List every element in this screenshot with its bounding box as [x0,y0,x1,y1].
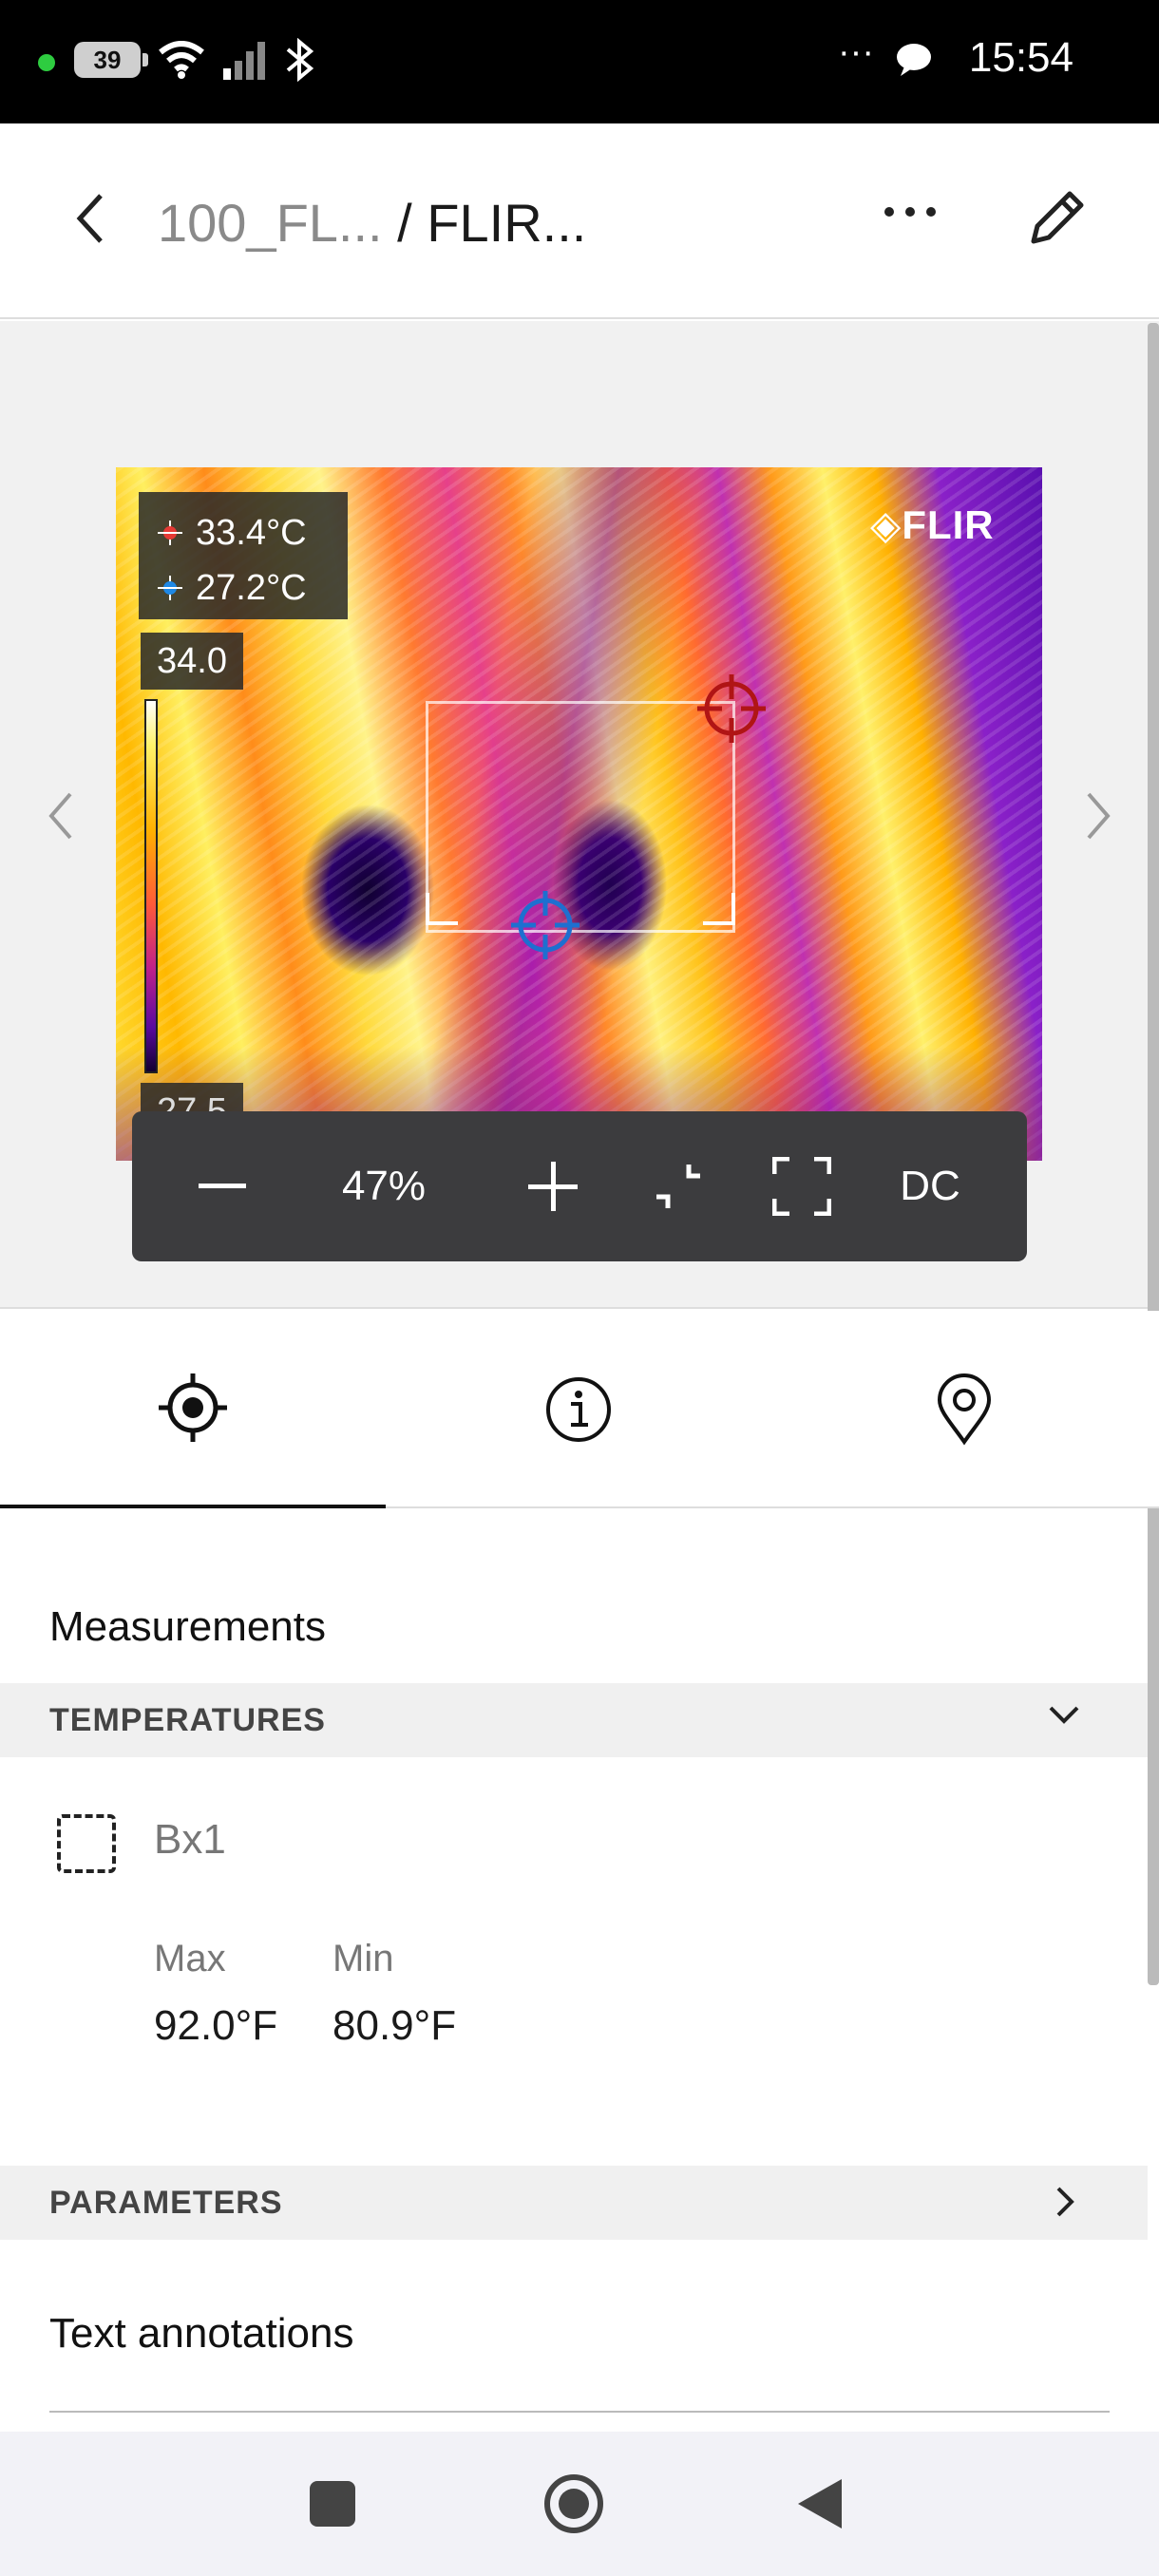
next-image-icon[interactable] [1081,790,1115,842]
min-value: 80.9°F [332,2002,457,2049]
breadcrumb: 100_FL... / FLIR... [158,192,586,254]
fullscreen-button[interactable] [750,1111,854,1261]
tab-location[interactable] [771,1311,1157,1508]
measurement-item-label[interactable]: Bx1 [154,1816,226,1864]
bluetooth-icon [286,38,314,82]
system-navigation-bar [0,2432,1159,2576]
breadcrumb-current: FLIR... [427,193,587,253]
status-bar: 39 ··· 15:54 [0,0,1159,123]
status-icons [157,34,316,85]
scrollbar[interactable] [1148,323,1159,1985]
recents-square-icon[interactable] [310,2481,355,2527]
box-measurement-icon [57,1814,116,1873]
chat-bubble-icon [897,44,931,76]
min-spot-marker-icon [158,576,182,600]
spot-temperature-overlay: 33.4°C 27.2°C [139,492,348,619]
app-bar: 100_FL... / FLIR... [0,123,1159,319]
wifi-icon [159,41,204,79]
plus-icon [528,1162,578,1211]
chevron-down-icon [1049,1706,1079,1724]
flir-logo: ◈FLIR [870,502,995,547]
min-temp-reticle-icon [511,891,580,959]
max-value: 92.0°F [154,2002,278,2049]
detail-tabs [0,1311,1159,1508]
back-arrow-icon[interactable] [74,192,106,245]
divider [49,2411,1110,2413]
parameters-section-header[interactable]: PARAMETERS [0,2166,1148,2240]
camera-indicator-dot [38,54,55,71]
crosshair-icon [159,1373,227,1442]
scale-max-label: 34.0 [141,633,243,690]
box-corner [703,893,735,925]
spot-min-value: 27.2°C [196,567,307,608]
digital-camera-button[interactable]: DC [873,1111,987,1261]
more-options-icon[interactable] [882,205,939,218]
fit-screen-icon [656,1165,700,1208]
measurements-title: Measurements [49,1603,327,1650]
fullscreen-icon [772,1157,831,1216]
temperatures-section-header[interactable]: TEMPERATURES [0,1683,1148,1757]
color-scale-bar [144,699,158,1073]
edit-pencil-icon[interactable] [1028,188,1087,247]
minus-icon [199,1184,246,1188]
location-pin-icon [937,1373,992,1446]
clock: 15:54 [968,34,1074,81]
battery-level: 39 [93,45,122,74]
previous-image-icon[interactable] [44,790,78,842]
text-annotations-title: Text annotations [49,2310,354,2357]
info-icon [546,1377,611,1442]
max-temp-reticle-icon [697,674,766,743]
zoom-toolbar: 47% DC [132,1111,1027,1261]
fit-to-screen-button[interactable] [626,1111,731,1261]
zoom-level: 47% [341,1163,427,1209]
zoom-in-button[interactable] [501,1111,605,1261]
box-corner [426,893,458,925]
home-circle-icon[interactable] [543,2473,604,2534]
max-spot-marker-icon [158,521,182,545]
back-triangle-icon[interactable] [796,2477,844,2530]
tab-info[interactable] [386,1311,771,1508]
battery-icon: 39 [74,42,148,78]
temperatures-header-label: TEMPERATURES [49,1701,326,1738]
more-notifications-icon: ··· [838,32,874,72]
tab-measurements[interactable] [0,1311,386,1508]
breadcrumb-parent[interactable]: 100_FL... [158,193,383,253]
chevron-right-icon [1056,2187,1074,2217]
min-label: Min [332,1938,394,1979]
breadcrumb-separator: / [397,193,412,253]
max-label: Max [154,1938,226,1979]
spot-max-value: 33.4°C [196,512,307,553]
signal-icon [223,42,265,80]
parameters-header-label: PARAMETERS [49,2184,283,2221]
zoom-out-button[interactable] [170,1111,275,1261]
